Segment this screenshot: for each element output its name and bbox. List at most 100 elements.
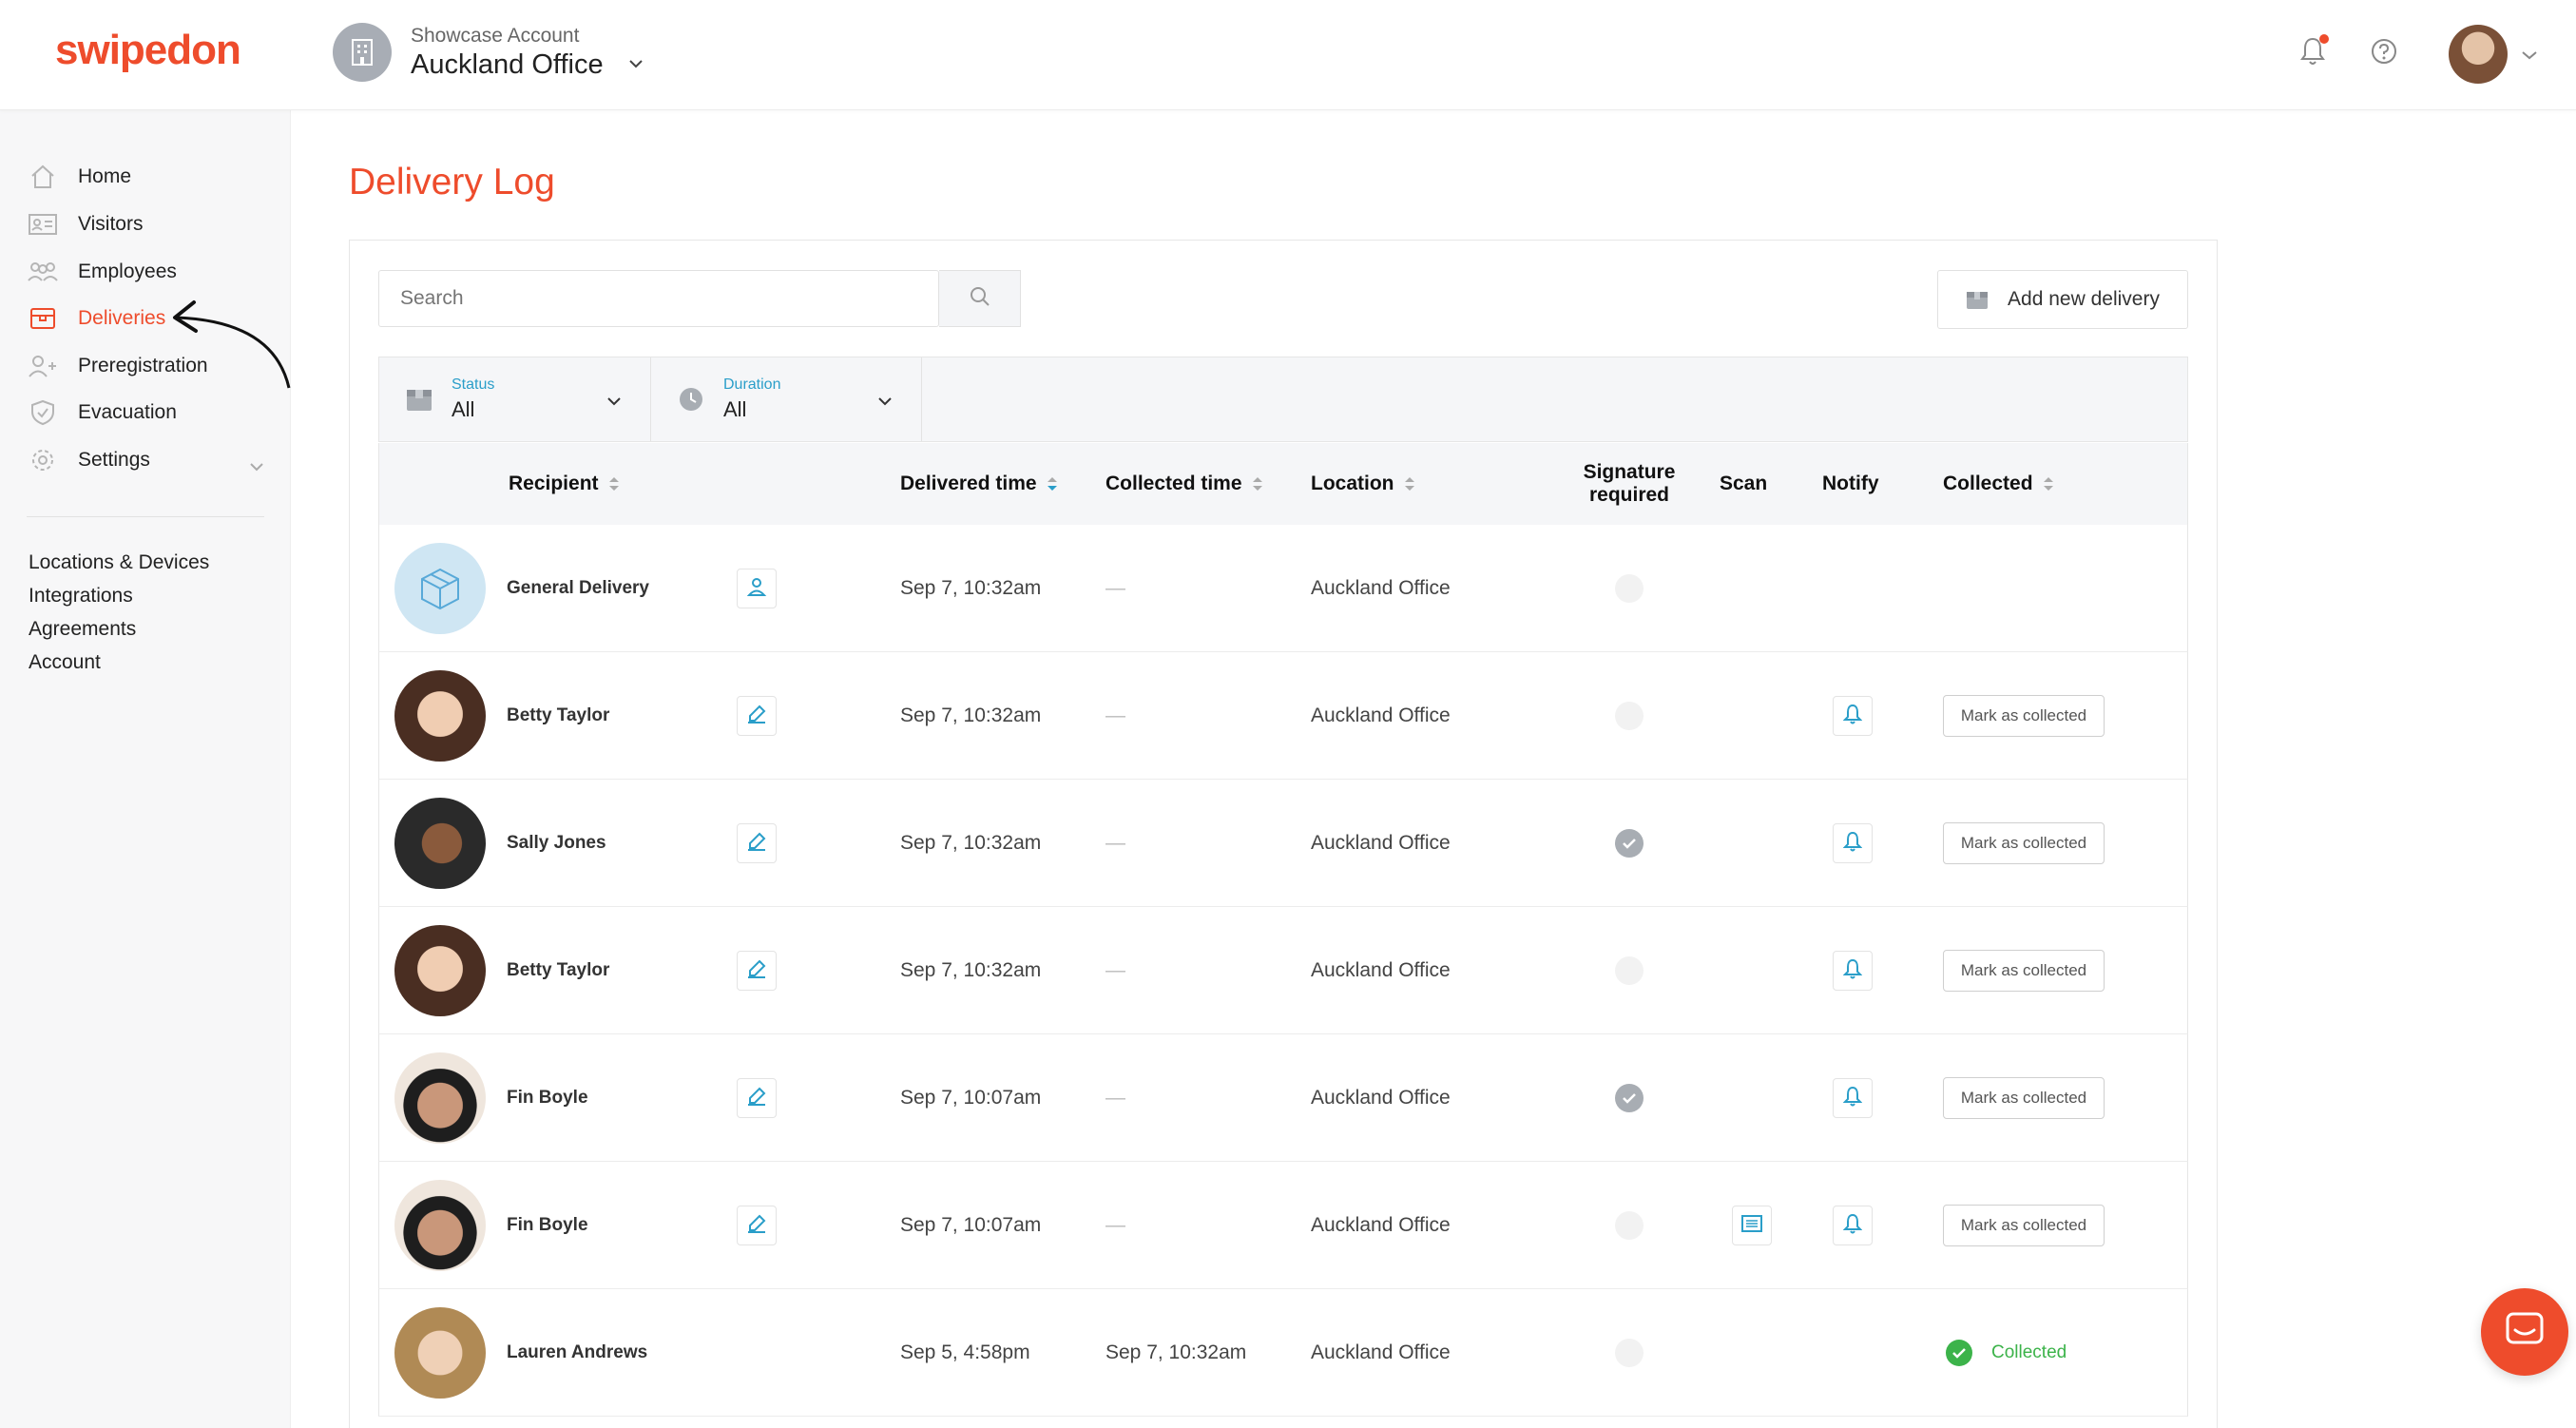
location: Auckland Office — [1311, 959, 1451, 981]
collected-time: — — [1105, 1087, 1125, 1109]
package-avatar — [394, 543, 486, 634]
recipient-name: General Delivery — [507, 578, 649, 598]
collected-time: — — [1105, 1214, 1125, 1236]
mark-as-collected-button[interactable]: Mark as collected — [1943, 822, 2105, 864]
status-filter-label: Status — [452, 376, 495, 393]
recipient-avatar — [394, 925, 486, 1016]
top-header: swipedon Showcase Account Auckland Offic… — [0, 0, 2576, 110]
status-filter[interactable]: Status All — [379, 357, 651, 441]
sidebar-item-settings[interactable]: Settings — [27, 441, 264, 479]
column-label: Delivered time — [900, 473, 1037, 494]
signature-indicator — [1615, 1339, 1644, 1367]
signature-indicator — [1615, 1211, 1644, 1240]
sidebar-item-label: Evacuation — [78, 401, 177, 423]
recipient-avatar — [394, 798, 486, 889]
column-label: Recipient — [509, 473, 599, 494]
add-new-delivery-button[interactable]: Add new delivery — [1937, 270, 2188, 329]
bell-icon — [1842, 1213, 1863, 1239]
person-icon — [746, 576, 767, 602]
sidebar-item-evacuation[interactable]: Evacuation — [27, 394, 177, 432]
sidebar-item-visitors[interactable]: Visitors — [27, 205, 143, 243]
sidebar-item-label: Visitors — [78, 213, 144, 235]
sidebar-item-label: Employees — [78, 261, 177, 282]
edit-icon — [746, 831, 767, 857]
shield-icon — [27, 396, 59, 429]
mark-as-collected-button[interactable]: Mark as collected — [1943, 950, 2105, 992]
bell-icon — [1842, 831, 1863, 857]
signature-indicator — [1615, 574, 1644, 603]
location: Auckland Office — [1311, 832, 1451, 854]
edit-delivery-button[interactable] — [737, 823, 777, 863]
column-collected[interactable]: Collected — [1943, 443, 2054, 525]
sidebar-link-locations-devices[interactable]: Locations & Devices — [29, 551, 209, 574]
column-label: Notify — [1822, 473, 1879, 494]
recipient-avatar — [394, 1307, 486, 1399]
mark-as-collected-button[interactable]: Mark as collected — [1943, 1077, 2105, 1119]
location-switcher[interactable]: Showcase Account Auckland Office — [333, 23, 644, 82]
pointer-arrow — [173, 300, 291, 389]
column-label: required — [1588, 484, 1670, 506]
sidebar-item-deliveries[interactable]: Deliveries — [27, 299, 165, 338]
table-row[interactable]: Fin Boyle Sep 7, 10:07am — Auckland Offi… — [378, 1034, 2188, 1162]
duration-filter-value: All — [723, 397, 747, 421]
edit-delivery-button[interactable] — [737, 1206, 777, 1245]
column-delivered-time[interactable]: Delivered time — [900, 443, 1058, 525]
collected-label: Collected — [1991, 1342, 2067, 1362]
sidebar-item-label: Home — [78, 165, 132, 187]
notify-button[interactable] — [1833, 1206, 1873, 1245]
delivered-time: Sep 7, 10:32am — [900, 577, 1042, 599]
sidebar-link-account[interactable]: Account — [29, 651, 101, 674]
delivered-time: Sep 5, 4:58pm — [900, 1341, 1030, 1363]
sidebar-item-home[interactable]: Home — [27, 158, 131, 196]
document-scan-icon — [1740, 1214, 1763, 1238]
mark-as-collected-button[interactable]: Mark as collected — [1943, 1205, 2105, 1246]
delivered-time: Sep 7, 10:07am — [900, 1214, 1042, 1236]
notifications-bell-icon[interactable] — [2298, 34, 2329, 67]
notify-button[interactable] — [1833, 951, 1873, 991]
edit-delivery-button[interactable] — [737, 951, 777, 991]
collected-time: — — [1105, 577, 1125, 599]
notify-button[interactable] — [1833, 823, 1873, 863]
swipedon-logo[interactable]: swipedon — [55, 27, 241, 74]
location: Auckland Office — [1311, 1341, 1451, 1363]
search-input[interactable] — [378, 270, 939, 327]
sidebar-item-employees[interactable]: Employees — [27, 253, 177, 291]
column-collected-time[interactable]: Collected time — [1105, 443, 1263, 525]
sidebar-link-integrations[interactable]: Integrations — [29, 585, 133, 608]
assign-recipient-button[interactable] — [737, 569, 777, 608]
id-card-icon — [27, 208, 59, 241]
sidebar-link-agreements[interactable]: Agreements — [29, 618, 136, 641]
table-row[interactable]: Betty Taylor Sep 7, 10:32am — Auckland O… — [378, 652, 2188, 780]
column-label: Collected time — [1105, 473, 1242, 494]
notify-button[interactable] — [1833, 696, 1873, 736]
help-icon[interactable] — [2369, 36, 2399, 71]
location: Auckland Office — [1311, 577, 1451, 599]
search-button[interactable] — [939, 270, 1021, 327]
table-row[interactable]: Fin Boyle Sep 7, 10:07am — Auckland Offi… — [378, 1162, 2188, 1289]
table-row[interactable]: Lauren Andrews Sep 5, 4:58pm Sep 7, 10:3… — [378, 1289, 2188, 1417]
signature-check-icon — [1615, 829, 1644, 858]
mark-as-collected-button[interactable]: Mark as collected — [1943, 695, 2105, 737]
signature-indicator — [1615, 702, 1644, 730]
recipient-name: Fin Boyle — [507, 1215, 588, 1235]
table-row[interactable]: Betty Taylor Sep 7, 10:32am — Auckland O… — [378, 907, 2188, 1034]
duration-filter[interactable]: Duration All — [651, 357, 922, 441]
edit-delivery-button[interactable] — [737, 1078, 777, 1118]
location: Auckland Office — [1311, 704, 1451, 726]
chevron-down-icon[interactable] — [628, 56, 644, 73]
chat-launcher-button[interactable] — [2481, 1288, 2568, 1376]
notify-button[interactable] — [1833, 1078, 1873, 1118]
location-name: Auckland Office — [411, 48, 604, 80]
bell-icon — [1842, 958, 1863, 984]
column-location[interactable]: Location — [1311, 443, 1415, 525]
user-avatar[interactable] — [2449, 25, 2508, 84]
column-recipient[interactable]: Recipient — [509, 443, 620, 525]
chat-icon — [2504, 1311, 2546, 1354]
chevron-down-icon[interactable] — [2521, 48, 2538, 65]
table-row[interactable]: Sally Jones Sep 7, 10:32am — Auckland Of… — [378, 780, 2188, 907]
edit-delivery-button[interactable] — [737, 696, 777, 736]
view-scan-button[interactable] — [1732, 1206, 1772, 1245]
recipient-name: Lauren Andrews — [507, 1342, 648, 1362]
table-row[interactable]: General Delivery Sep 7, 10:32am — Auckla… — [378, 525, 2188, 652]
chevron-down-icon[interactable] — [249, 454, 264, 477]
